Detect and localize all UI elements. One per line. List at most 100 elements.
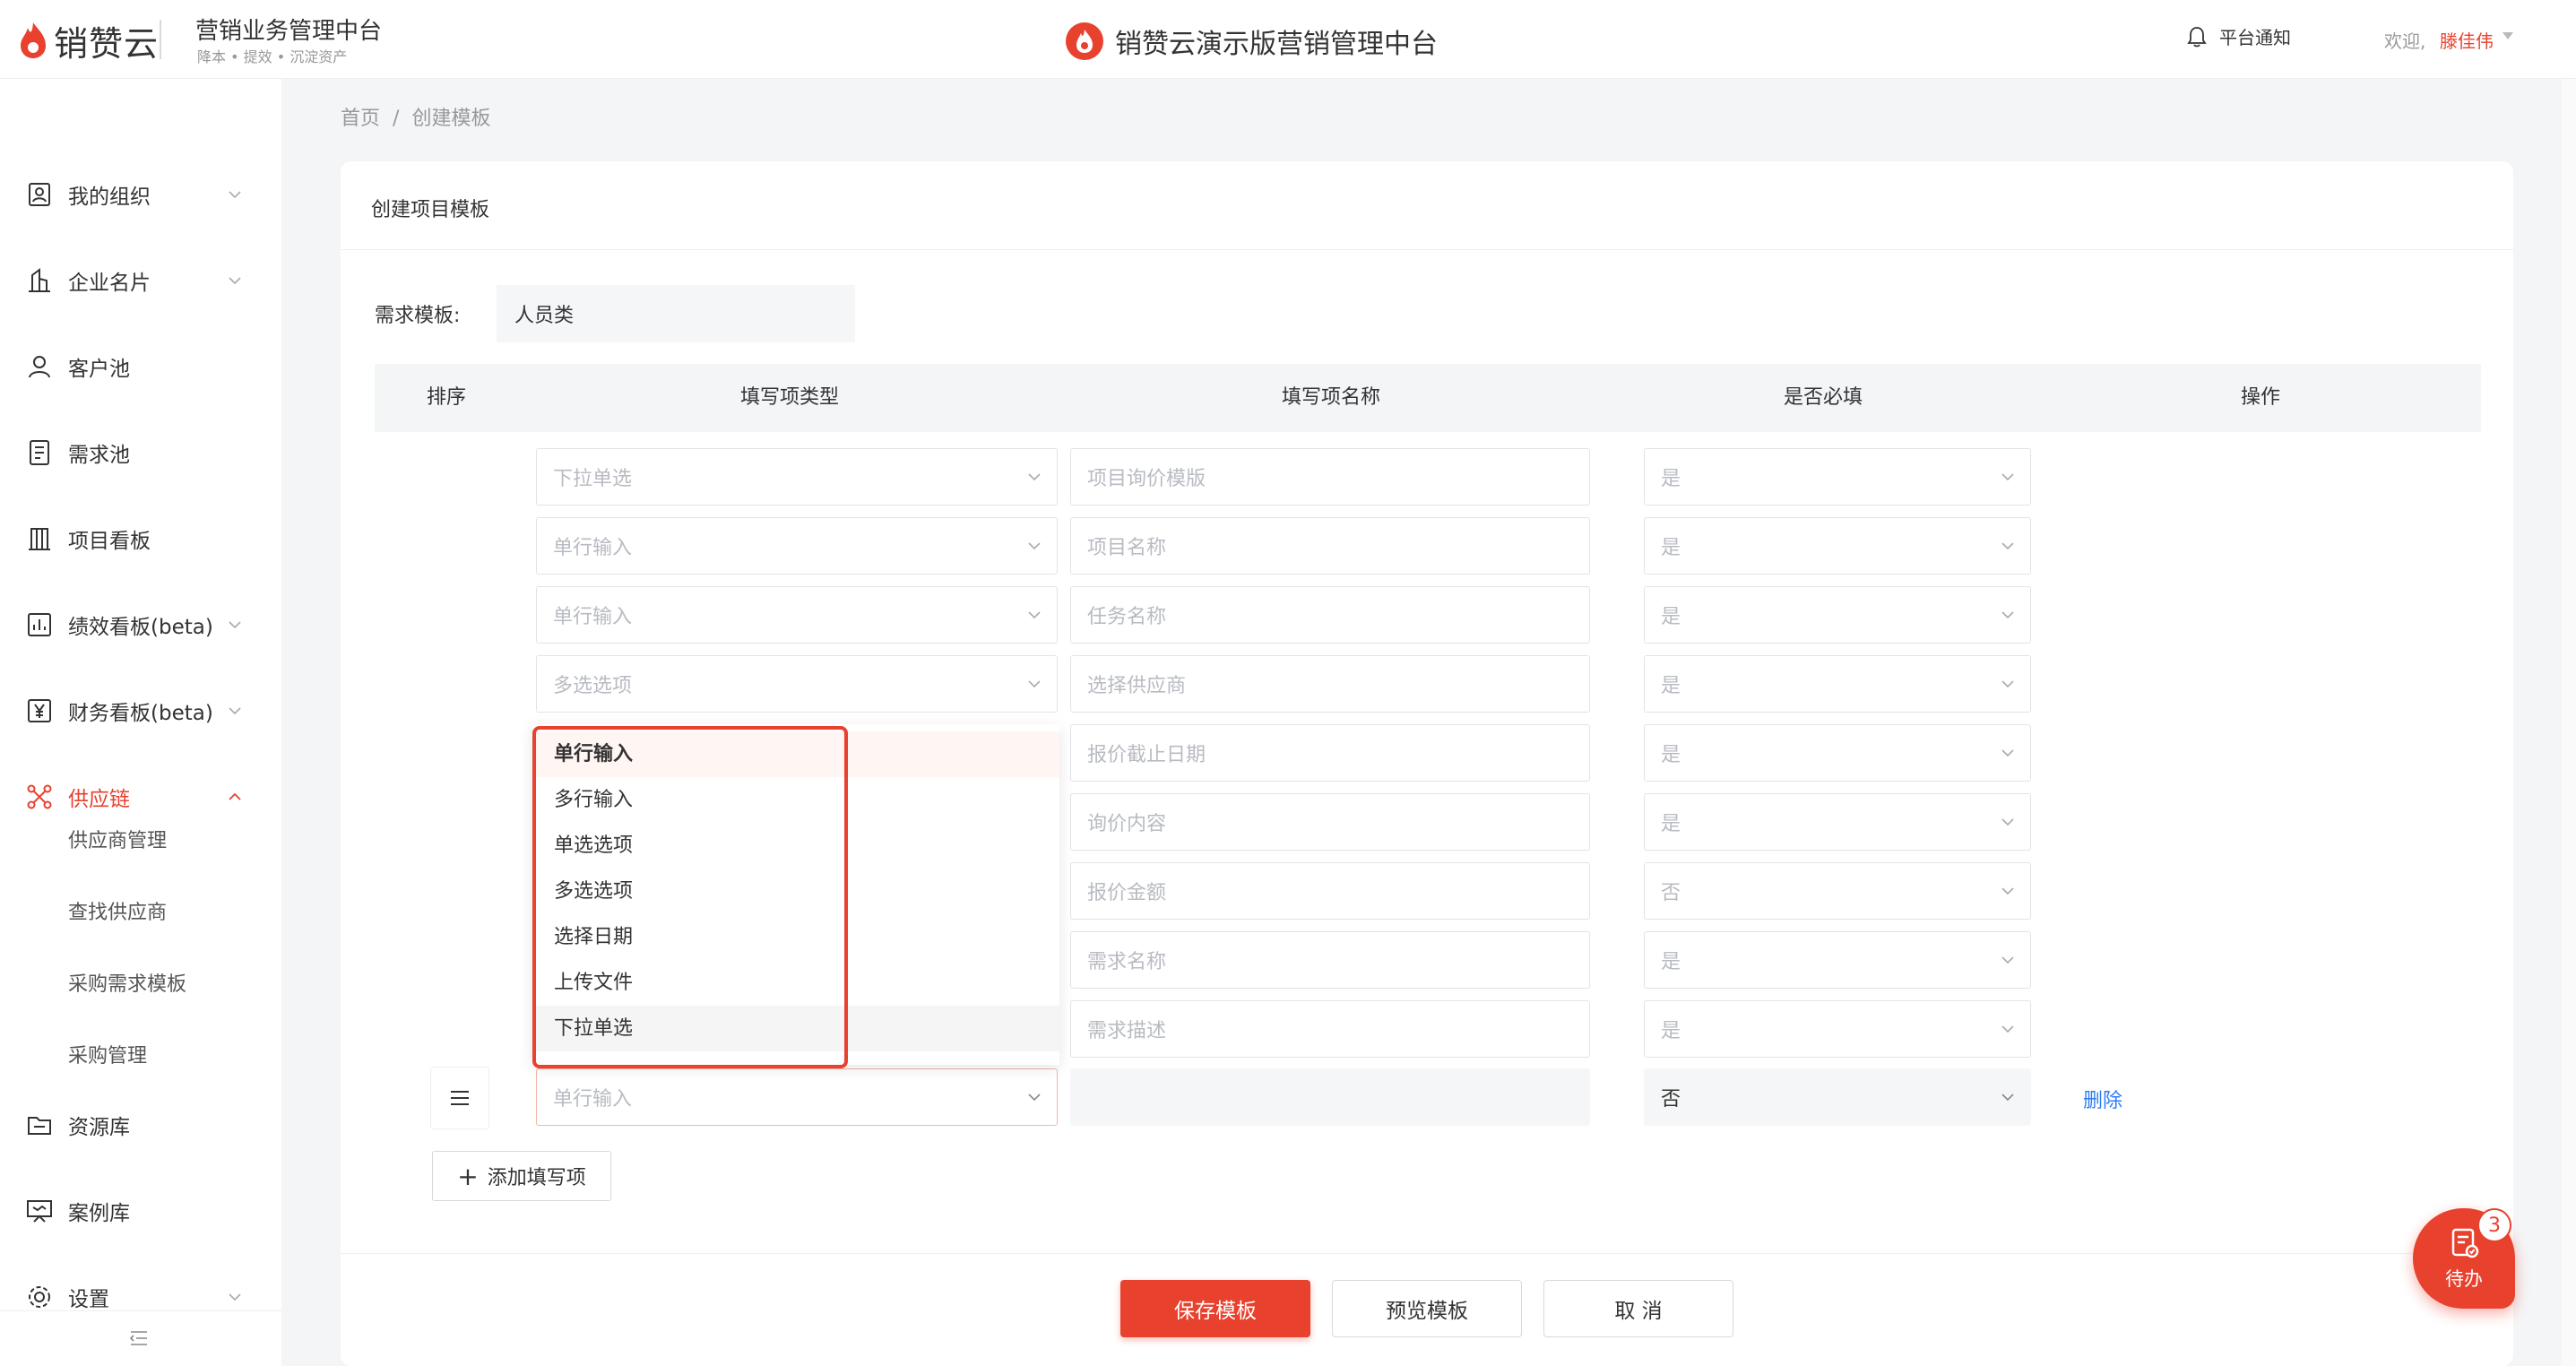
drag-handle-icon [451, 1091, 469, 1105]
chevron-down-icon [1028, 542, 1041, 550]
chevron-down-icon [1028, 473, 1041, 481]
sidebar-collapse-bar[interactable] [0, 1310, 281, 1366]
new-row-required-select[interactable]: 否 [1644, 1068, 2031, 1126]
dropdown-option[interactable]: 上传文件 [532, 960, 1059, 1006]
brand-name: 销赞云 [54, 23, 160, 64]
notification-button[interactable]: 平台通知 [2187, 23, 2291, 49]
chevron-down-icon [229, 277, 241, 285]
sidebar-item-customer-pool[interactable]: 客户池 [0, 335, 281, 398]
row-required-select[interactable]: 是 [1644, 517, 2031, 575]
sidebar-sub-find-supplier[interactable]: 查找供应商 [68, 896, 167, 925]
presentation-icon [27, 1200, 52, 1223]
chevron-down-icon [2001, 1094, 2014, 1102]
new-row-type-select[interactable]: 单行输入 [536, 1068, 1058, 1126]
user-icon [29, 356, 50, 378]
sidebar-sub-supplier-management[interactable]: 供应商管理 [68, 825, 167, 853]
row-required-select[interactable]: 是 [1644, 586, 2031, 644]
breadcrumb-current: 创建模板 [411, 108, 491, 130]
org-icon [29, 183, 50, 206]
sidebar-item-resource-library[interactable]: 资源库 [0, 1094, 281, 1156]
delete-row-link[interactable]: 删除 [2083, 1085, 2122, 1113]
dropdown-option[interactable]: 选择日期 [532, 914, 1059, 960]
row-name-input[interactable]: 询价内容 [1070, 793, 1590, 851]
welcome-text: 欢迎, [2384, 30, 2426, 52]
row-name-input[interactable]: 需求描述 [1070, 1000, 1590, 1058]
row-name-input[interactable]: 报价截止日期 [1070, 724, 1590, 782]
breadcrumb: 首页 / 创建模板 [341, 102, 490, 131]
sidebar-item-my-org[interactable]: 我的组织 [0, 163, 281, 226]
center-title-text: 销赞云演示版营销管理中台 [1115, 29, 1438, 60]
row-name-input[interactable]: 报价金额 [1070, 862, 1590, 920]
card-title: 创建项目模板 [371, 199, 490, 221]
sidebar-item-performance-board[interactable]: 绩效看板(beta) [0, 593, 281, 656]
drag-handle[interactable] [430, 1067, 489, 1129]
add-field-button[interactable]: + 添加填写项 [432, 1151, 611, 1201]
dropdown-option[interactable]: 单选选项 [532, 823, 1059, 869]
row-required-select[interactable]: 是 [1644, 931, 2031, 989]
new-row-name-input[interactable] [1070, 1068, 1590, 1126]
cancel-button[interactable]: 取 消 [1543, 1280, 1733, 1337]
row-required-select[interactable]: 是 [1644, 724, 2031, 782]
username-menu[interactable]: 滕佳伟 [2440, 27, 2494, 53]
row-type-value: 单行输入 [553, 537, 633, 559]
row-type-select[interactable]: 下拉单选 [536, 448, 1058, 506]
template-name-input[interactable] [497, 285, 855, 342]
dropdown-option[interactable]: 单行输入 [532, 731, 1059, 777]
dropdown-option[interactable]: 下拉单选 [532, 1006, 1059, 1051]
chevron-down-icon [229, 1293, 241, 1301]
dropdown-option[interactable]: 多选选项 [532, 869, 1059, 914]
chevron-down-icon [2001, 680, 2014, 688]
breadcrumb-home[interactable]: 首页 [341, 108, 380, 130]
row-name-value: 需求描述 [1087, 1020, 1167, 1042]
preview-template-button[interactable]: 预览模板 [1332, 1280, 1522, 1337]
sidebar-sub-purchase-template[interactable]: 采购需求模板 [68, 968, 186, 997]
sidebar-item-project-board[interactable]: 项目看板 [0, 507, 281, 570]
dropdown-option[interactable]: 多行输入 [532, 777, 1059, 823]
row-required-select[interactable]: 是 [1644, 1000, 2031, 1058]
row-required-value: 是 [1661, 537, 1681, 559]
new-row-required-value: 否 [1661, 1088, 1681, 1111]
building-icon [29, 268, 50, 292]
sidebar-item-finance-board[interactable]: 财务看板(beta) [0, 679, 281, 742]
chevron-up-icon [229, 792, 241, 800]
caret-down-icon[interactable] [2503, 32, 2513, 39]
header-name: 填写项名称 [1282, 386, 1381, 409]
row-required-select[interactable]: 是 [1644, 655, 2031, 713]
row-name-input[interactable]: 需求名称 [1070, 931, 1590, 989]
row-name-input[interactable]: 任务名称 [1070, 586, 1590, 644]
row-required-select[interactable]: 否 [1644, 862, 2031, 920]
collapse-icon [129, 1331, 147, 1345]
row-name-input[interactable]: 项目询价模版 [1070, 448, 1590, 506]
row-type-value: 多选选项 [553, 675, 633, 697]
header-order: 排序 [427, 386, 467, 409]
type-dropdown-menu: 单行输入 多行输入 单选选项 多选选项 选择日期 上传文件 下拉单选 [532, 724, 1059, 1065]
row-type-select[interactable]: 多选选项 [536, 655, 1058, 713]
row-name-input[interactable]: 选择供应商 [1070, 655, 1590, 713]
row-name-input[interactable]: 项目名称 [1070, 517, 1590, 575]
row-type-select[interactable]: 单行输入 [536, 586, 1058, 644]
sidebar-item-company-card[interactable]: 企业名片 [0, 249, 281, 312]
sidebar-item-label: 项目看板 [68, 530, 151, 553]
sidebar-sub-purchase-management[interactable]: 采购管理 [68, 1040, 147, 1068]
scrollbar[interactable] [2562, 79, 2576, 1366]
app-logo[interactable]: 销赞云 [18, 20, 159, 64]
center-title: 销赞云演示版营销管理中台 [1065, 20, 1438, 63]
sidebar-item-supply-chain[interactable]: 供应链 [0, 765, 281, 828]
platform-tags: 降本 • 提效 • 沉淀资产 [197, 48, 348, 65]
chevron-down-icon [1028, 680, 1041, 688]
chart-icon [28, 613, 51, 636]
row-name-value: 需求名称 [1087, 951, 1167, 973]
row-type-select[interactable]: 单行输入 [536, 517, 1058, 575]
card-divider [341, 249, 2513, 250]
sidebar: 我的组织 企业名片 客户池 需求池 项目看板 绩效看板(beta) 财务看板(b… [0, 79, 281, 1366]
row-required-select[interactable]: 是 [1644, 448, 2031, 506]
row-required-value: 是 [1661, 951, 1681, 973]
row-name-value: 询价内容 [1087, 813, 1167, 835]
sidebar-item-case-library[interactable]: 案例库 [0, 1180, 281, 1242]
chevron-down-icon [2001, 542, 2014, 550]
sidebar-item-demand-pool[interactable]: 需求池 [0, 421, 281, 484]
sidebar-item-label: 供应链 [68, 788, 130, 811]
save-template-button[interactable]: 保存模板 [1120, 1280, 1310, 1337]
chevron-down-icon [2001, 887, 2014, 895]
row-required-select[interactable]: 是 [1644, 793, 2031, 851]
